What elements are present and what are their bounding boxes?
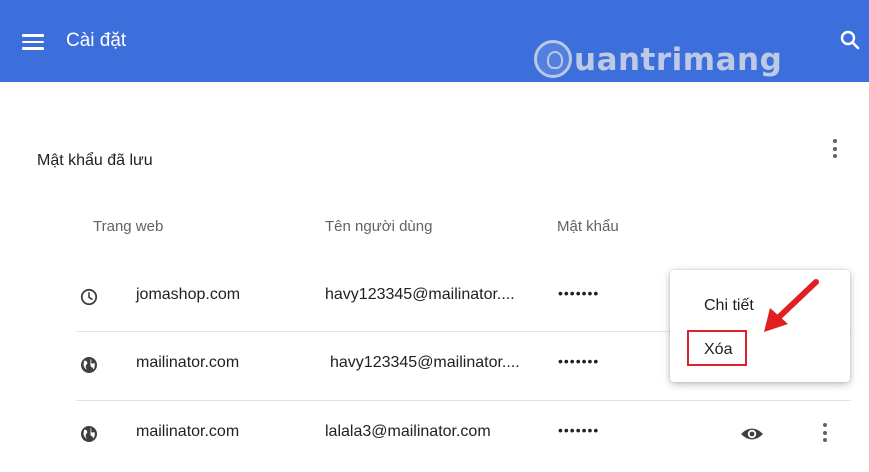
remove-menu-item[interactable]: Xóa bbox=[670, 332, 850, 368]
site-name: mailinator.com bbox=[136, 354, 240, 371]
column-header-site: Trang web bbox=[93, 218, 164, 235]
column-header-username: Tên người dùng bbox=[325, 218, 433, 235]
clock-icon bbox=[80, 288, 98, 306]
lightbulb-icon bbox=[534, 40, 572, 78]
globe-icon bbox=[80, 356, 98, 374]
details-menu-item[interactable]: Chi tiết bbox=[670, 288, 850, 324]
app-header: Cài đặt uantrimang bbox=[0, 0, 869, 82]
username-value: lalala3@mailinator.com bbox=[325, 423, 491, 440]
hamburger-menu-icon[interactable] bbox=[22, 33, 44, 51]
column-header-password: Mật khẩu bbox=[557, 218, 619, 235]
site-name: jomashop.com bbox=[136, 286, 241, 303]
more-vert-icon[interactable] bbox=[816, 421, 834, 447]
search-icon[interactable] bbox=[838, 28, 862, 52]
page-title: Cài đặt bbox=[66, 30, 127, 51]
remove-label: Xóa bbox=[704, 341, 733, 358]
watermark-text: uantrimang bbox=[574, 42, 783, 78]
username-value: havy123345@mailinator.... bbox=[330, 354, 520, 371]
eye-icon[interactable] bbox=[740, 425, 764, 443]
username-value: havy123345@mailinator.... bbox=[325, 286, 515, 303]
site-name: mailinator.com bbox=[136, 423, 240, 440]
details-label: Chi tiết bbox=[704, 297, 754, 314]
password-value: ••••••• bbox=[558, 422, 600, 438]
password-row: mailinator.com lalala3@mailinator.com ••… bbox=[76, 400, 851, 467]
row-context-menu: Chi tiết Xóa bbox=[670, 270, 850, 382]
saved-passwords-title: Mật khẩu đã lưu bbox=[37, 152, 153, 169]
password-value: ••••••• bbox=[558, 353, 600, 369]
more-vert-icon[interactable] bbox=[826, 137, 844, 163]
globe-icon bbox=[80, 425, 98, 443]
password-value: ••••••• bbox=[558, 285, 600, 301]
